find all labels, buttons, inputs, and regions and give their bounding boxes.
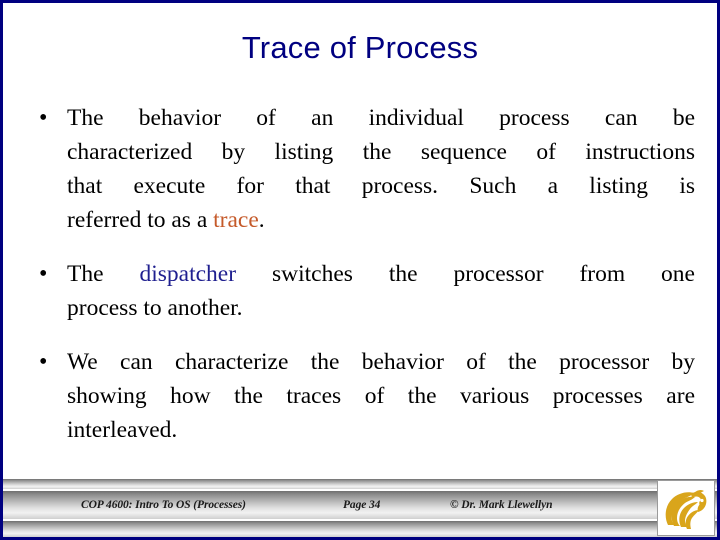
bullet-marker-icon: • (39, 349, 48, 375)
bullet-line: referred to as a trace. (67, 203, 695, 237)
footer-text-row: COP 4600: Intro To OS (Processes) Page 3… (3, 491, 717, 519)
bullet-line: process to another. (67, 295, 243, 321)
slide-footer: COP 4600: Intro To OS (Processes) Page 3… (3, 479, 717, 537)
footer-course-label: COP 4600: Intro To OS (Processes) (81, 499, 246, 511)
list-item-text: We can characterize the behavior of the … (67, 345, 695, 447)
bullet-line: interleaved. (67, 417, 178, 443)
bullet-line: characterized by listing the sequence of… (67, 139, 695, 165)
bullet-line: The dispatcher switches the processor fr… (67, 257, 695, 291)
bullet-line: showing how the traces of the various pr… (67, 383, 695, 409)
page-title: Trace of Process (241, 30, 479, 65)
bullet-line-suffix: switches the processor from one (236, 261, 695, 287)
bullet-line-prefix: The (67, 261, 140, 287)
keyword-dispatcher: dispatcher (139, 261, 237, 287)
footer-page-number: Page 34 (343, 499, 381, 511)
list-item: • The behavior of an individual process … (39, 101, 695, 237)
list-item: • We can characterize the behavior of th… (39, 345, 695, 447)
footer-band-bottom (3, 521, 717, 537)
bullet-line: The behavior of an individual process ca… (67, 105, 695, 131)
bullet-list: • The behavior of an individual process … (39, 101, 695, 447)
keyword-trace: trace (213, 207, 259, 233)
list-item-text: The behavior of an individual process ca… (67, 101, 695, 237)
bullet-line: We can characterize the behavior of the … (67, 349, 695, 375)
footer-band-top (3, 479, 717, 489)
bullet-marker-icon: • (39, 261, 48, 287)
footer-copyright: © Dr. Mark Llewellyn (450, 499, 553, 511)
list-item: • The dispatcher switches the processor … (39, 257, 695, 325)
bullet-line-tail: . (258, 207, 265, 233)
bullet-marker-icon: • (39, 105, 48, 131)
bullet-line-prefix: referred to as a (67, 207, 214, 233)
slide: Trace of Process • The behavior of an in… (0, 0, 720, 540)
list-item-text: The dispatcher switches the processor fr… (67, 257, 695, 325)
bullet-line: that execute for that process. Such a li… (67, 173, 695, 199)
ucf-pegasus-logo (657, 480, 715, 536)
